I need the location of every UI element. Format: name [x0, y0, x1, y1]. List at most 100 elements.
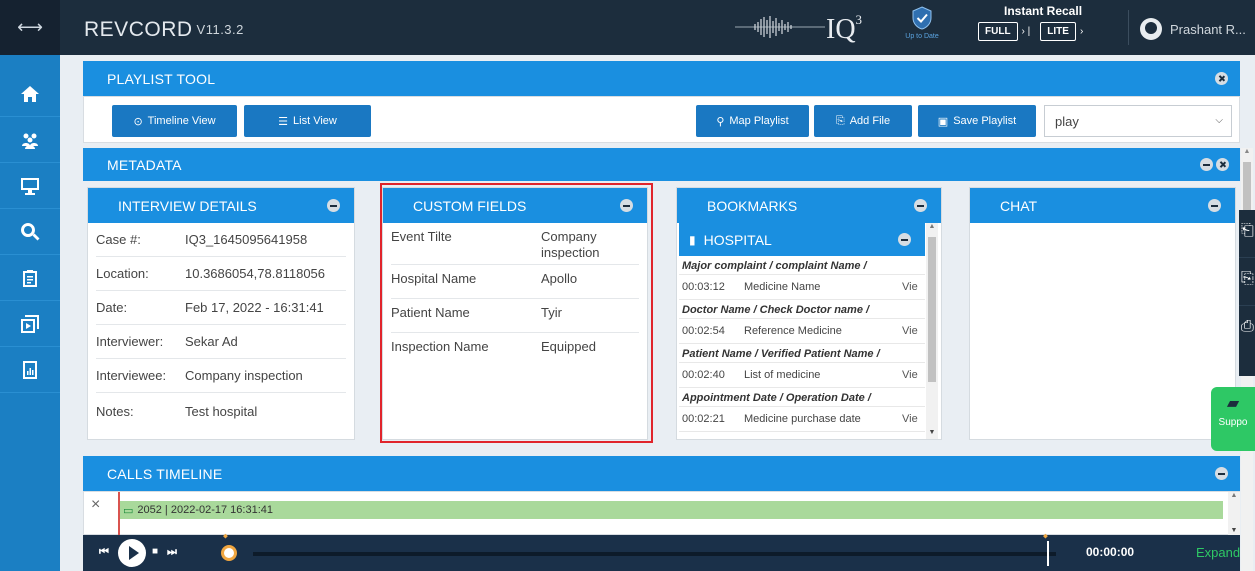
start-marker-icon: ⬥: [223, 533, 228, 540]
report-icon: [23, 360, 37, 379]
close-icon[interactable]: [1216, 158, 1229, 171]
detail-value: Company inspection: [185, 368, 303, 383]
call-label: 2052 | 2022-02-17 16:31:41: [137, 504, 273, 516]
scroll-up-icon[interactable]: ▲: [1228, 492, 1240, 499]
skip-forward-icon[interactable]: ⏭: [167, 546, 177, 559]
bookmark-view-link[interactable]: Vie: [902, 413, 922, 425]
collapse-icon[interactable]: [898, 233, 911, 246]
chevron-down-icon: ⌵: [1215, 115, 1223, 126]
skip-back-icon[interactable]: ⏮: [99, 546, 109, 559]
expand-button[interactable]: Expand: [1196, 545, 1240, 560]
bookmark-view-link[interactable]: Vie: [902, 369, 922, 381]
collapse-icon[interactable]: [1208, 199, 1221, 212]
detail-label: Case #:: [96, 232, 141, 247]
custom-fields-header: CUSTOM FIELDS: [383, 188, 647, 223]
bookmark-view-link[interactable]: Vie: [902, 325, 922, 337]
scroll-up-icon[interactable]: ▲: [1241, 148, 1253, 155]
full-button[interactable]: FULL: [978, 22, 1018, 41]
expand-sidebar-icon[interactable]: ⟷: [0, 0, 60, 55]
call-bar[interactable]: ▭ 2052 | 2022-02-17 16:31:41: [120, 501, 1223, 519]
bookmark-row[interactable]: 00:03:12 Medicine Name Vie: [679, 275, 925, 300]
custom-field-value: Equipped: [541, 339, 596, 354]
remove-call-icon[interactable]: ×: [91, 496, 100, 514]
calls-timeline-body: × ▭ 2052 | 2022-02-17 16:31:41 ▲ ▼: [83, 491, 1240, 536]
sidebar-item-playlist[interactable]: [0, 301, 60, 347]
add-file-label: Add File: [849, 115, 891, 127]
custom-field-row: Inspection Name Equipped: [391, 333, 639, 367]
side-tool-3[interactable]: ⎙: [1239, 306, 1255, 354]
playlist-select-value: play: [1055, 113, 1079, 129]
scroll-thumb[interactable]: [1243, 162, 1251, 217]
scroll-up-icon[interactable]: ▲: [926, 223, 938, 230]
bookmark-time: 00:02:40: [682, 369, 725, 381]
bookmarks-scrollbar[interactable]: ▲ ▼: [926, 223, 938, 439]
interview-details-list: Case #: IQ3_1645095641958 Location: 10.3686…: [88, 223, 354, 429]
map-marker-icon: ⚲: [716, 115, 725, 128]
sidebar-item-clipboard[interactable]: [0, 255, 60, 301]
shield-icon: [912, 6, 932, 30]
bookmark-row[interactable]: 00:02:54 Reference Medicine Vie: [679, 319, 925, 344]
bookmarks-title: BOOKMARKS: [707, 197, 798, 214]
bookmark-icon: ▮: [689, 232, 696, 247]
sidebar-item-report[interactable]: [0, 347, 60, 393]
sidebar-item-search[interactable]: [0, 209, 60, 255]
custom-field-label: Patient Name: [391, 305, 470, 320]
scroll-down-icon[interactable]: ▼: [926, 429, 938, 436]
player-time: 00:00:00: [1086, 545, 1135, 559]
waveform-icon: [735, 16, 825, 38]
interview-details-card: INTERVIEW DETAILS Case #: IQ3_16450956419…: [87, 187, 355, 440]
interview-details-header: INTERVIEW DETAILS: [88, 188, 354, 223]
volume-knob[interactable]: [221, 545, 237, 561]
chat-title: CHAT: [1000, 197, 1038, 214]
playlist-select[interactable]: play ⌵: [1044, 105, 1232, 137]
collapse-icon[interactable]: [1215, 467, 1228, 480]
detail-value: Feb 17, 2022 - 16:31:41: [185, 300, 324, 315]
stop-icon[interactable]: ■: [152, 546, 158, 557]
progress-track[interactable]: [253, 552, 1056, 556]
timeline-view-button[interactable]: ⊙ Timeline View: [112, 105, 237, 137]
save-playlist-button[interactable]: ▣ Save Playlist: [918, 105, 1036, 137]
sidebar-item-home[interactable]: [0, 71, 60, 117]
scroll-down-icon[interactable]: ▼: [1228, 527, 1240, 534]
bookmark-name: Medicine Name: [744, 281, 821, 293]
timeline-scrollbar[interactable]: ▲ ▼: [1228, 492, 1240, 536]
sidebar-item-monitor[interactable]: [0, 163, 60, 209]
add-file-button[interactable]: ⎘ Add File: [814, 105, 912, 137]
avatar: [1140, 18, 1162, 40]
scroll-thumb[interactable]: [928, 237, 936, 382]
detail-value: IQ3_1645095641958: [185, 232, 308, 247]
shield-caption: Up to Date: [905, 33, 939, 40]
collapse-icon[interactable]: [620, 199, 633, 212]
map-playlist-button[interactable]: ⚲ Map Playlist: [696, 105, 809, 137]
collapse-icon[interactable]: [914, 199, 927, 212]
bookmark-view-link[interactable]: Vie: [902, 281, 922, 293]
custom-field-value: Tyir: [541, 305, 562, 320]
bookmark-row[interactable]: 00:02:40 List of medicine Vie: [679, 363, 925, 388]
sidebar-item-users[interactable]: [0, 117, 60, 163]
collapse-icon[interactable]: [327, 199, 340, 212]
side-tool-2[interactable]: ⎘: [1239, 258, 1255, 306]
play-button[interactable]: [118, 539, 146, 567]
clock-icon: ⊙: [133, 115, 143, 128]
status-shield[interactable]: Up to Date: [900, 6, 944, 40]
monitor-icon: ▭: [123, 504, 134, 517]
support-button[interactable]: ▰ Suppo: [1211, 387, 1255, 451]
lite-button[interactable]: LITE: [1040, 22, 1076, 41]
custom-fields-list: Event Tilte Company inspection Hospital Na…: [383, 223, 647, 367]
save-playlist-label: Save Playlist: [953, 115, 1017, 127]
collapse-icon[interactable]: [1200, 158, 1213, 171]
separator: › |: [1021, 26, 1031, 37]
custom-fields-title: CUSTOM FIELDS: [413, 197, 527, 214]
bookmark-row[interactable]: 00:02:21 Medicine purchase date Vie: [679, 407, 925, 432]
side-tool-1[interactable]: ⎗: [1239, 210, 1255, 258]
playhead[interactable]: [1047, 541, 1049, 566]
user-menu[interactable]: Prashant R...: [1140, 18, 1246, 40]
bookmark-group-header: ▮ HOSPITAL: [679, 223, 925, 256]
detail-label: Interviewee:: [96, 368, 167, 383]
list-view-button[interactable]: ☰ List View: [244, 105, 371, 137]
playlist-icon: [21, 314, 39, 333]
detail-label: Notes:: [96, 403, 134, 419]
support-label: Suppo: [1218, 417, 1248, 428]
close-icon[interactable]: [1215, 72, 1228, 85]
custom-field-row: Hospital Name Apollo: [391, 265, 639, 299]
